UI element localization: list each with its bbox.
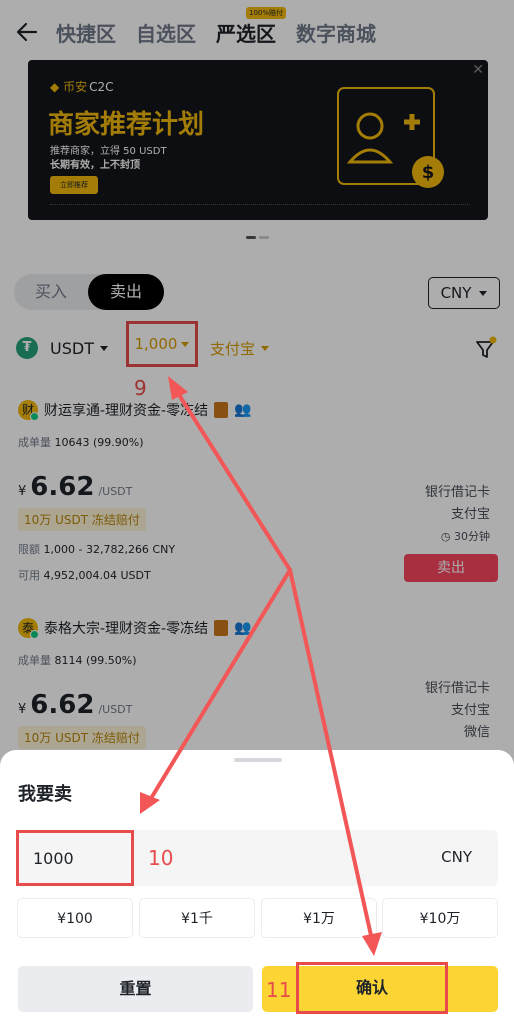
step-10-label: 10 xyxy=(148,846,174,870)
amount-currency: CNY xyxy=(441,848,472,866)
confirm-button-label: 确认 xyxy=(296,962,448,1014)
step-11-label: 11 xyxy=(266,978,292,1002)
quick-amount-1k[interactable]: ¥1千 xyxy=(139,898,255,938)
confirm-button[interactable]: 确认 xyxy=(262,962,498,1014)
quick-amount-10k[interactable]: ¥1万 xyxy=(261,898,377,938)
amount-field-container: CNY xyxy=(16,830,498,886)
quick-amount-100k[interactable]: ¥10万 xyxy=(382,898,498,938)
amount-input[interactable] xyxy=(16,830,134,886)
reset-button[interactable]: 重置 xyxy=(18,966,253,1012)
sell-amount-sheet: 我要卖 CNY 10 ¥100 ¥1千 ¥1万 ¥10万 重置 确认 11 xyxy=(0,750,514,1032)
quick-amount-100[interactable]: ¥100 xyxy=(17,898,133,938)
sheet-drag-handle[interactable] xyxy=(234,758,282,762)
sheet-title: 我要卖 xyxy=(18,784,72,805)
